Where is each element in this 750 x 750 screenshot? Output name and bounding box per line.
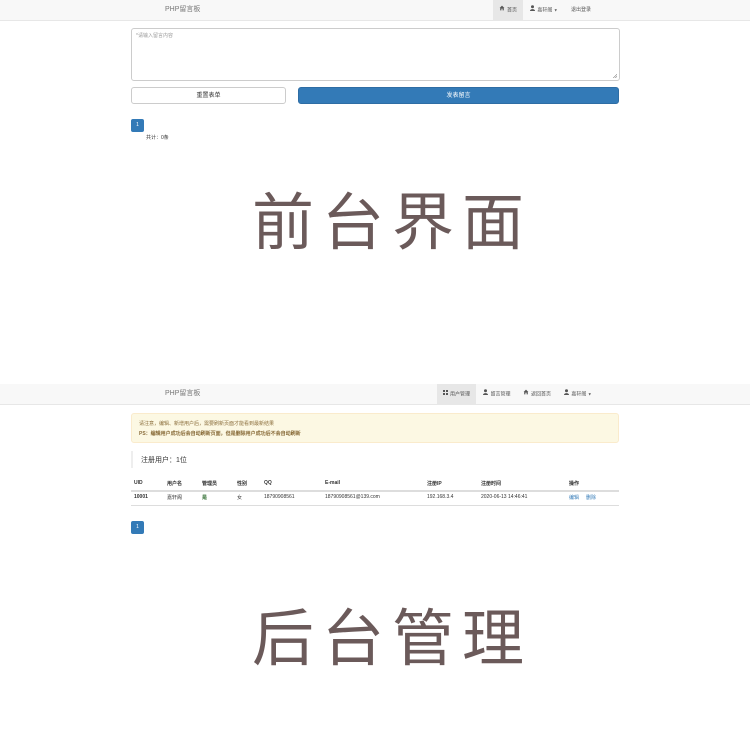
message-textarea[interactable] xyxy=(131,28,620,81)
resize-handle-icon[interactable] xyxy=(613,74,617,78)
td-qq: 18790908561 xyxy=(264,494,295,500)
notice-alert: 请注意，编辑、新增用户后，需要刷新页面才能看到最新结果 PS：编辑用户成功后会自… xyxy=(131,413,619,443)
front-total: 共计：0条 xyxy=(146,135,169,141)
caret-down-icon: ▼ xyxy=(587,391,592,397)
th-username: 用户名 xyxy=(167,481,183,487)
td-email: 18790908561@139.com xyxy=(325,494,380,500)
admin-navbar: PHP留言板 用户管理 留言管理 返回首页 嘉轩阁 ▼ xyxy=(0,384,750,405)
nav-message-management[interactable]: 留言管理 xyxy=(479,384,515,404)
nav-user-label: 嘉轩阁 xyxy=(537,7,553,14)
user-icon xyxy=(564,384,570,404)
td-ip: 192.168.3.4 xyxy=(427,494,454,500)
admin-nav-user-label: 嘉轩阁 xyxy=(571,391,587,398)
nav-users-label: 用户管理 xyxy=(449,391,470,398)
td-uid: 10001 xyxy=(134,494,148,500)
front-brand[interactable]: PHP留言板 xyxy=(165,0,200,20)
nav-home[interactable]: 首页 xyxy=(493,0,523,20)
th-gender: 性别 xyxy=(237,481,248,487)
alert-line-1: 请注意，编辑、新增用户后，需要刷新页面才能看到最新结果 xyxy=(139,421,275,427)
submit-button[interactable]: 发表留言 xyxy=(298,87,619,104)
user-icon xyxy=(483,384,489,404)
td-time: 2020-06-13 14:46:41 xyxy=(481,494,528,500)
th-time: 注册时间 xyxy=(481,481,502,487)
th-admin: 管理员 xyxy=(202,481,218,487)
nav-back-label: 返回首页 xyxy=(530,391,551,398)
th-ip: 注册IP xyxy=(427,481,442,487)
nav-user-management[interactable]: 用户管理 xyxy=(437,384,476,404)
caret-down-icon: ▼ xyxy=(553,7,558,13)
front-page-1[interactable]: 1 xyxy=(131,119,144,132)
delete-link[interactable]: 删除 xyxy=(586,494,596,501)
user-icon xyxy=(530,0,536,20)
th-uid: UID xyxy=(134,480,143,486)
admin-brand[interactable]: PHP留言板 xyxy=(165,384,200,404)
blockquote-bar xyxy=(131,451,133,468)
table-header-divider xyxy=(131,490,619,492)
th-email: E-mail xyxy=(325,480,341,486)
nav-logout-label: 退出登录 xyxy=(570,7,591,13)
nav-logout[interactable]: 退出登录 xyxy=(566,0,596,20)
front-caption: 前台界面 xyxy=(252,186,533,259)
admin-caption: 后台管理 xyxy=(252,602,533,675)
alert-line-2: PS：编辑用户成功后会自动刷新页面，但是删除用户成功后不会自动刷新 xyxy=(139,431,301,437)
td-admin: 是 xyxy=(202,495,208,501)
th-actions: 操作 xyxy=(569,481,580,487)
th-qq: QQ xyxy=(264,480,272,486)
nav-home-label: 首页 xyxy=(506,7,517,14)
registered-count: 注册用户：1位 xyxy=(141,457,187,464)
edit-link[interactable]: 编辑 xyxy=(569,494,579,501)
grid-icon xyxy=(442,384,448,404)
admin-page-1[interactable]: 1 xyxy=(131,521,144,534)
nav-user-dropdown[interactable]: 嘉轩阁 ▼ xyxy=(525,0,563,20)
reset-button[interactable]: 重置表单 xyxy=(131,87,286,104)
table-row-divider xyxy=(131,505,619,506)
nav-messages-label: 留言管理 xyxy=(490,391,511,398)
nav-back-home[interactable]: 返回首页 xyxy=(519,384,555,404)
admin-nav-user-dropdown[interactable]: 嘉轩阁 ▼ xyxy=(560,384,596,404)
home-icon xyxy=(499,0,505,20)
td-gender: 女 xyxy=(237,495,243,501)
front-navbar: PHP留言板 首页 嘉轩阁 ▼ 退出登录 xyxy=(0,0,750,21)
td-username: 嘉轩阁 xyxy=(167,495,183,501)
home-icon xyxy=(523,384,529,404)
textarea-placeholder: *请输入留言内容 xyxy=(136,33,173,39)
